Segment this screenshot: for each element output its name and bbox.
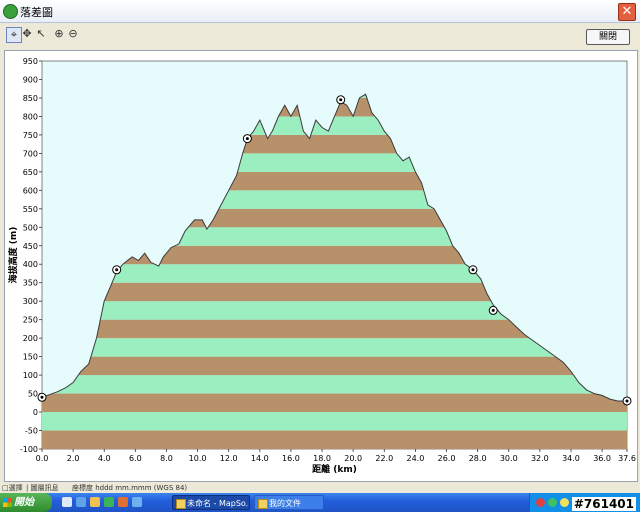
select-tool-icon[interactable]: ↖ bbox=[34, 27, 48, 41]
browser-icon[interactable] bbox=[76, 497, 86, 507]
x-tick-label: 16.0 bbox=[282, 454, 300, 463]
x-tick-label: 34.0 bbox=[562, 454, 580, 463]
x-tick-label: 30.0 bbox=[500, 454, 518, 463]
x-tick-label: 22.0 bbox=[375, 454, 393, 463]
y-tick-label: 100 bbox=[23, 371, 38, 380]
taskbar-item-mapsource[interactable]: 未命名 - MapSo... bbox=[172, 495, 250, 510]
y-tick-label: 550 bbox=[23, 205, 38, 214]
waypoint-marker-dot bbox=[625, 399, 629, 403]
x-tick-label: 24.0 bbox=[406, 454, 424, 463]
y-tick-label: 250 bbox=[23, 316, 38, 325]
waypoint-marker-dot bbox=[40, 395, 44, 399]
waypoint-marker-dot bbox=[115, 268, 119, 272]
tray-icon-1[interactable] bbox=[536, 498, 545, 507]
y-tick-label: 0 bbox=[33, 408, 38, 417]
y-tick-label: 450 bbox=[23, 242, 38, 251]
x-axis-label: 距離 (km) bbox=[312, 463, 357, 475]
elevation-band bbox=[42, 375, 627, 394]
elevation-band bbox=[42, 430, 627, 449]
chart-toolbar: ⌖ ✥ ↖ ⊕ ⊖ bbox=[0, 24, 640, 46]
x-tick-label: 18.0 bbox=[313, 454, 331, 463]
waypoint-marker-dot bbox=[491, 308, 495, 312]
x-tick-label: 4.0 bbox=[98, 454, 111, 463]
x-tick-label: 6.0 bbox=[129, 454, 142, 463]
y-tick-label: 800 bbox=[23, 112, 38, 121]
y-tick-label: 650 bbox=[23, 168, 38, 177]
x-tick-label: 8.0 bbox=[160, 454, 173, 463]
y-tick-label: 300 bbox=[23, 297, 38, 306]
y-tick-label: 950 bbox=[23, 57, 38, 66]
x-tick-label: 36.0 bbox=[593, 454, 611, 463]
watermark-text: #761401 bbox=[571, 497, 636, 511]
y-tick-label: 200 bbox=[23, 334, 38, 343]
y-tick-label: 850 bbox=[23, 94, 38, 103]
y-axis-label: 海拔高度 (m) bbox=[7, 227, 19, 284]
x-tick-label: 28.0 bbox=[469, 454, 487, 463]
y-tick-label: 150 bbox=[23, 353, 38, 362]
folder-icon[interactable] bbox=[90, 497, 100, 507]
app-shortcut-icon[interactable] bbox=[104, 497, 114, 507]
zoom-out-icon[interactable]: ⊖ bbox=[66, 27, 80, 41]
close-button[interactable]: 關閉 bbox=[586, 29, 630, 45]
tray-icon-2[interactable] bbox=[548, 498, 557, 507]
x-tick-label: 26.0 bbox=[438, 454, 456, 463]
y-tick-label: 50 bbox=[28, 390, 38, 399]
x-tick-label: 12.0 bbox=[220, 454, 238, 463]
status-coordinate-format: 座標度 hddd mm.mmm (WGS 84) bbox=[72, 484, 188, 492]
zoom-in-icon[interactable]: ⊕ bbox=[52, 27, 66, 41]
status-bar: □選擇 | 圖層訊息 座標度 hddd mm.mmm (WGS 84) bbox=[0, 483, 640, 493]
elevation-profile-svg: -100 -50 0 50 100 150 200 250 300 350 400 450 500 550… bbox=[7, 57, 636, 475]
y-tick-label: -100 bbox=[20, 445, 38, 454]
elevation-band bbox=[42, 393, 627, 413]
x-tick-label: 32.0 bbox=[531, 454, 549, 463]
x-tick-label: 0.0 bbox=[36, 454, 49, 463]
waypoint-marker-dot bbox=[339, 98, 343, 102]
x-tick-label: 37.6 bbox=[618, 454, 636, 463]
waypoint-marker-dot bbox=[245, 137, 249, 141]
taskbar-item-my-documents[interactable]: 我的文件 bbox=[254, 495, 324, 510]
move-tool-icon[interactable]: ✥ bbox=[20, 27, 34, 41]
title-bar: 落差圖 ✕ bbox=[0, 0, 640, 23]
waypoint-marker-dot bbox=[471, 268, 475, 272]
app-shortcut-icon-3[interactable] bbox=[132, 497, 142, 507]
status-layer-info: | 圖層訊息 bbox=[26, 484, 59, 492]
tray-icon-3[interactable] bbox=[560, 498, 569, 507]
start-button[interactable]: 開始 bbox=[0, 493, 52, 512]
x-tick-label: 14.0 bbox=[251, 454, 269, 463]
app-shortcut-icon-2[interactable] bbox=[118, 497, 128, 507]
window-title: 落差圖 bbox=[20, 6, 53, 19]
x-tick-label: 2.0 bbox=[67, 454, 80, 463]
elevation-profile-chart: -100 -50 0 50 100 150 200 250 300 350 400 450 500 550… bbox=[4, 50, 638, 482]
taskbar: 開始 未命名 - MapSo... 我的文件 bbox=[0, 493, 640, 512]
y-tick-label: 750 bbox=[23, 131, 38, 140]
close-window-icon[interactable]: ✕ bbox=[618, 3, 636, 21]
y-tick-label: 600 bbox=[23, 186, 38, 195]
y-tick-label: 500 bbox=[23, 223, 38, 232]
app-icon bbox=[3, 4, 18, 19]
y-tick-label: 700 bbox=[23, 149, 38, 158]
y-tick-label: 350 bbox=[23, 279, 38, 288]
y-tick-label: 900 bbox=[23, 75, 38, 84]
show-desktop-icon[interactable] bbox=[62, 497, 72, 507]
y-tick-label: -50 bbox=[25, 427, 38, 436]
y-tick-label: 400 bbox=[23, 260, 38, 269]
elevation-band bbox=[42, 412, 627, 431]
elevation-band bbox=[42, 356, 627, 376]
status-select: □選擇 bbox=[2, 484, 23, 492]
x-tick-label: 10.0 bbox=[189, 454, 207, 463]
x-tick-label: 20.0 bbox=[344, 454, 362, 463]
